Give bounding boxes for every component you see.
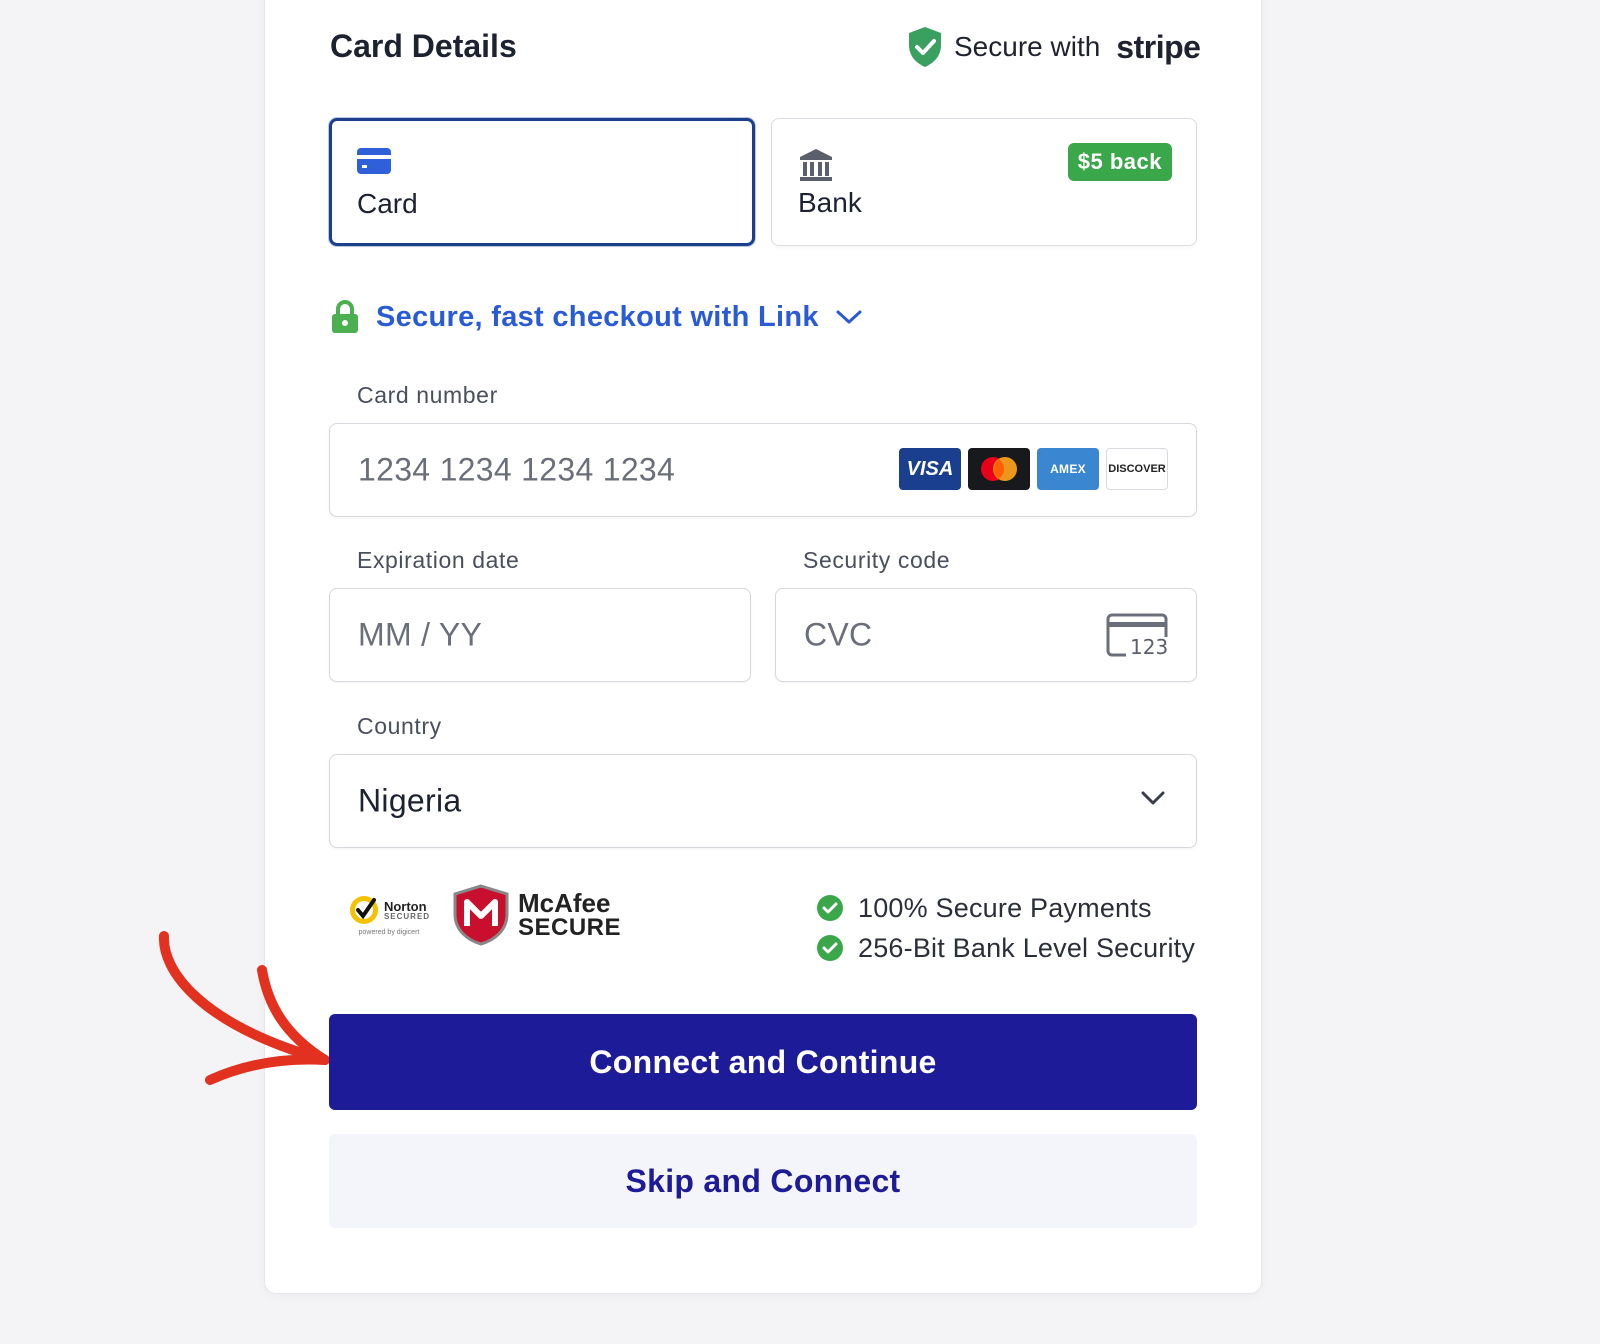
visa-logo: VISA (899, 448, 961, 490)
cvc-placeholder: CVC (804, 616, 873, 653)
card-brand-logos: VISA AMEX DISCOVER (899, 448, 1168, 490)
discover-logo: DISCOVER (1106, 448, 1168, 490)
card-number-input[interactable]: 1234 1234 1234 1234 VISA AMEX DISCOVER (329, 423, 1197, 517)
page-title: Card Details (330, 28, 517, 64)
payment-method-bank[interactable]: Bank $5 back (771, 118, 1197, 246)
stripe-logo: stripe (1116, 28, 1201, 65)
assurance-item: 100% Secure Payments (816, 888, 1195, 928)
assurance-item: 256-Bit Bank Level Security (816, 928, 1195, 968)
security-code-input[interactable]: CVC 123 (775, 588, 1197, 682)
secure-with-text: Secure with (954, 31, 1101, 62)
link-checkout-label: Secure, fast checkout with Link (376, 300, 819, 333)
chevron-down-icon (836, 310, 862, 324)
mcafee-shield-icon (453, 884, 509, 946)
country-value: Nigeria (358, 782, 462, 819)
country-label: Country (357, 713, 442, 739)
payment-method-label: Card (357, 188, 418, 219)
cvc-card-icon: 123 (1106, 613, 1168, 657)
expiration-label: Expiration date (357, 547, 520, 573)
mcafee-secure-badge: McAfee SECURE (452, 884, 621, 946)
connect-and-continue-button[interactable]: Connect and Continue (329, 1014, 1197, 1110)
link-checkout-toggle[interactable]: Secure, fast checkout with Link (330, 300, 863, 334)
security-assurances: 100% Secure Payments 256-Bit Bank Level … (816, 888, 1195, 968)
bank-icon (800, 149, 832, 181)
amex-logo: AMEX (1037, 448, 1099, 490)
country-select[interactable]: Nigeria (329, 754, 1197, 848)
check-circle-icon (817, 935, 843, 961)
card-number-placeholder: 1234 1234 1234 1234 (358, 451, 676, 488)
norton-secured-badge: Norton SECURED powered by digicert (344, 880, 434, 950)
norton-check-icon (349, 896, 378, 924)
expiration-input[interactable]: MM / YY (329, 588, 751, 682)
check-circle-icon (817, 895, 843, 921)
trust-badges: Norton SECURED powered by digicert McAfe… (344, 880, 621, 950)
mastercard-logo (968, 448, 1030, 490)
annotation-arrow-icon (158, 931, 330, 1085)
shield-check-icon (909, 27, 941, 67)
credit-card-icon (357, 148, 391, 174)
card-number-label: Card number (357, 382, 498, 408)
payment-method-label: Bank (798, 187, 862, 218)
chevron-down-icon (1141, 791, 1165, 805)
lock-icon (332, 300, 358, 333)
stripe-secure-badge: Secure with stripe (906, 24, 1201, 70)
svg-text:123: 123 (1130, 635, 1168, 657)
cashback-badge: $5 back (1067, 143, 1172, 181)
security-code-label: Security code (803, 547, 951, 573)
payment-method-card[interactable]: Card (329, 118, 755, 246)
skip-and-connect-button[interactable]: Skip and Connect (329, 1134, 1197, 1228)
expiration-placeholder: MM / YY (358, 616, 483, 653)
